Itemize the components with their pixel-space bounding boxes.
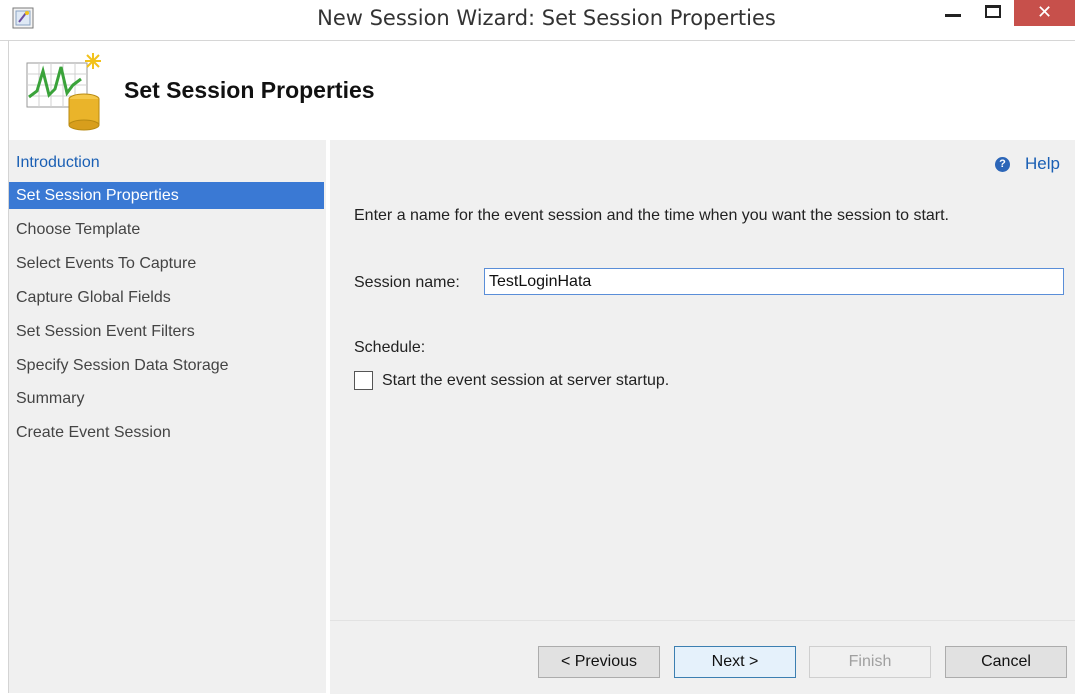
minimize-button[interactable] xyxy=(935,0,971,30)
startup-checkbox-label[interactable]: Start the event session at server startu… xyxy=(382,372,669,390)
event-session-icon xyxy=(26,53,101,131)
next-button[interactable]: Next > xyxy=(674,646,796,678)
finish-button: Finish xyxy=(809,646,931,678)
page-title: Set Session Properties xyxy=(124,77,375,103)
previous-button[interactable]: < Previous xyxy=(538,646,660,678)
wizard-content: ? Help Enter a name for the event session… xyxy=(330,140,1075,620)
nav-item-choose-template: Choose Template xyxy=(16,221,141,238)
nav-item-create-event-session: Create Event Session xyxy=(16,424,171,441)
session-name-input[interactable] xyxy=(484,268,1064,295)
nav-item-summary: Summary xyxy=(16,390,85,407)
wizard-header: Set Session Properties xyxy=(9,41,1075,140)
nav-item-select-events: Select Events To Capture xyxy=(16,255,197,272)
title-bar: New Session Wizard: Set Session Properti… xyxy=(0,0,1075,41)
nav-item-capture-global-fields: Capture Global Fields xyxy=(16,289,171,306)
wizard-footer: < Previous Next > Finish Cancel xyxy=(330,620,1075,694)
minimize-icon xyxy=(945,14,961,17)
nav-item-data-storage: Specify Session Data Storage xyxy=(16,357,229,374)
wizard-nav: Introduction Set Session Properties Choo… xyxy=(9,140,330,693)
intro-text: Enter a name for the event session and t… xyxy=(354,207,949,224)
nav-item-set-session-properties[interactable]: Set Session Properties xyxy=(9,182,324,209)
cancel-button[interactable]: Cancel xyxy=(945,646,1067,678)
nav-item-introduction[interactable]: Introduction xyxy=(9,149,324,176)
help-link[interactable]: ? Help xyxy=(995,154,1060,174)
window-title: New Session Wizard: Set Session Properti… xyxy=(317,6,776,30)
close-button[interactable]: ✕ xyxy=(1014,0,1075,26)
maximize-icon xyxy=(985,5,1001,18)
startup-checkbox[interactable] xyxy=(354,371,373,390)
help-label: Help xyxy=(1025,154,1060,173)
nav-item-set-event-filters: Set Session Event Filters xyxy=(16,323,195,340)
schedule-label: Schedule: xyxy=(354,339,426,356)
maximize-button[interactable] xyxy=(976,0,1012,30)
session-name-label: Session name: xyxy=(354,274,460,291)
help-icon: ? xyxy=(995,157,1011,172)
